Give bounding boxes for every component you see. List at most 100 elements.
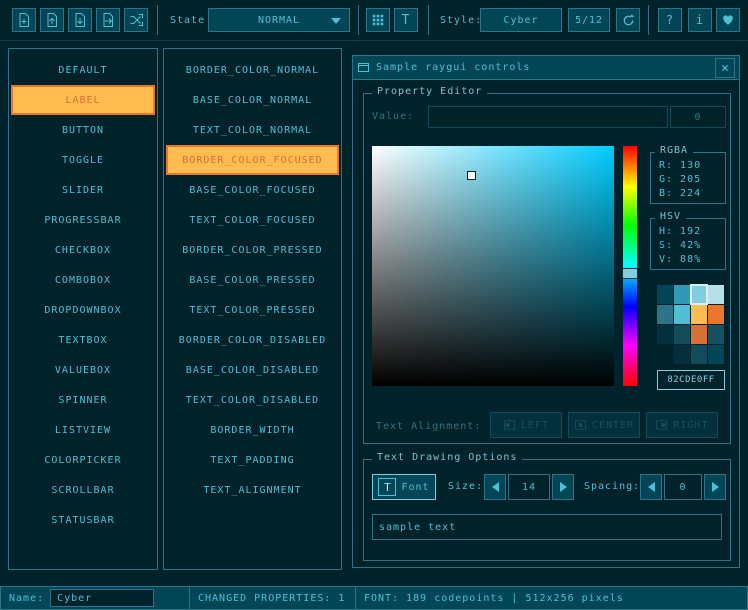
color-swatch[interactable] [691,305,707,324]
list-item[interactable]: SLIDER [11,175,155,205]
list-item[interactable]: TEXT_PADDING [166,445,339,475]
style-reload-button[interactable] [616,8,640,32]
rgba-b-value: B: 224 [659,187,725,201]
state-dropdown[interactable]: NORMAL [208,8,350,32]
list-item[interactable]: BASE_COLOR_PRESSED [166,265,339,295]
align-left-button[interactable]: LEFT [490,412,562,438]
spacing-increase-button[interactable] [704,474,726,500]
color-swatch[interactable] [691,325,707,344]
style-name-input[interactable] [50,589,154,607]
list-item[interactable]: COMBOBOX [11,265,155,295]
hex-value-box[interactable]: 82CDE0FF [657,370,725,390]
statusbar-font-section: FONT: 189 codepoints | 512x256 pixels [355,586,748,610]
new-style-button[interactable] [12,8,36,32]
align-center-button[interactable]: CENTER [568,412,640,438]
color-picker-panel[interactable] [372,146,614,386]
color-swatch[interactable] [708,285,724,304]
style-label: Style: [440,15,482,26]
text-alignment-label: Text Alignment: [376,421,481,432]
color-swatch[interactable] [674,345,690,364]
list-item[interactable]: BORDER_COLOR_PRESSED [166,235,339,265]
text-preview-label: T [402,13,411,28]
list-item[interactable]: TOGGLE [11,145,155,175]
list-item[interactable]: BUTTON [11,115,155,145]
list-item[interactable]: DEFAULT [11,55,155,85]
list-item[interactable]: BASE_COLOR_FOCUSED [166,175,339,205]
hex-value: 82CDE0FF [667,375,714,385]
list-item[interactable]: BORDER_COLOR_DISABLED [166,325,339,355]
list-item[interactable]: TEXT_COLOR_PRESSED [166,295,339,325]
sample-text-input[interactable] [372,514,722,540]
color-swatch[interactable] [657,305,673,324]
help-button[interactable]: ? [658,8,682,32]
list-item[interactable]: TEXT_COLOR_DISABLED [166,385,339,415]
list-item[interactable]: VALUEBOX [11,355,155,385]
value-input[interactable] [428,106,668,128]
color-swatch[interactable] [657,285,673,304]
hue-bar[interactable] [623,146,637,386]
list-item[interactable]: COLORPICKER [11,445,155,475]
info-button[interactable]: i [688,8,712,32]
list-item[interactable]: TEXT_ALIGNMENT [166,475,339,505]
list-item[interactable]: TEXTBOX [11,325,155,355]
list-item[interactable]: STATUSBAR [11,505,155,535]
hue-slider-handle[interactable] [622,268,638,279]
list-item[interactable]: BORDER_COLOR_FOCUSED [166,145,339,175]
text-options-title: Text Drawing Options [372,452,522,463]
list-item[interactable]: BORDER_COLOR_NORMAL [166,55,339,85]
statusbar-name-section: Name: [0,586,190,610]
list-item[interactable]: SPINNER [11,385,155,415]
color-swatch[interactable] [691,345,707,364]
list-item[interactable]: BORDER_WIDTH [166,415,339,445]
color-swatch[interactable] [657,345,673,364]
text-preview-button[interactable]: T [394,8,418,32]
arrow-right-icon [560,482,567,492]
export-style-button[interactable] [96,8,120,32]
style-name-button[interactable]: Cyber [480,8,562,32]
open-style-button[interactable] [40,8,64,32]
size-label: Size: [448,481,483,492]
list-item[interactable]: DROPDOWNBOX [11,295,155,325]
toolbar-divider [428,5,429,35]
color-swatch[interactable] [708,305,724,324]
list-item[interactable]: LABEL [11,85,155,115]
color-swatch[interactable] [674,305,690,324]
color-swatch[interactable] [708,345,724,364]
list-item[interactable]: PROGRESSBAR [11,205,155,235]
file-new-icon [16,12,32,28]
list-item[interactable]: BASE_COLOR_DISABLED [166,355,339,385]
color-swatch[interactable] [674,325,690,344]
text-options-group: Text Drawing Options T Font Size: 14 Spa… [363,459,731,561]
align-right-button[interactable]: RIGHT [646,412,718,438]
property-editor-title: Property Editor [372,86,487,97]
size-value-box[interactable]: 14 [508,474,550,500]
reload-icon [621,13,636,28]
style-counter-button[interactable]: 5/12 [568,8,610,32]
color-swatch[interactable] [674,285,690,304]
color-swatch[interactable] [708,325,724,344]
size-decrease-button[interactable] [484,474,506,500]
random-style-button[interactable] [124,8,148,32]
list-item[interactable]: TEXT_COLOR_FOCUSED [166,205,339,235]
align-left-icon [503,419,516,431]
font-button[interactable]: T Font [372,474,436,500]
list-item[interactable]: LISTVIEW [11,415,155,445]
save-style-button[interactable] [68,8,92,32]
color-swatch[interactable] [691,285,707,304]
size-increase-button[interactable] [552,474,574,500]
list-item[interactable]: CHECKBOX [11,235,155,265]
list-item[interactable]: BASE_COLOR_NORMAL [166,85,339,115]
list-item[interactable]: TEXT_COLOR_NORMAL [166,115,339,145]
spacing-value-box[interactable]: 0 [664,474,702,500]
color-swatch[interactable] [657,325,673,344]
spacing-decrease-button[interactable] [640,474,662,500]
file-save-icon [72,12,88,28]
window-titlebar[interactable]: Sample raygui controls [353,56,739,80]
list-item[interactable]: SCROLLBAR [11,475,155,505]
sponsor-button[interactable] [716,8,740,32]
window-close-button[interactable] [715,58,735,78]
window-title: Sample raygui controls [376,62,530,73]
controls-items: DEFAULTLABELBUTTONTOGGLESLIDERPROGRESSBA… [9,55,157,535]
color-picker-cursor[interactable] [467,171,476,180]
grid-toggle-button[interactable] [366,8,390,32]
